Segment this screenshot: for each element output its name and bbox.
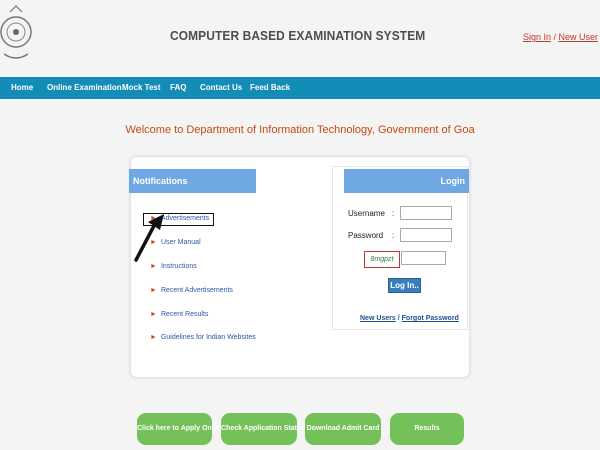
notifications-header: Notifications: [129, 169, 256, 193]
password-label: Password: [348, 231, 384, 240]
captcha-input[interactable]: [401, 251, 446, 265]
download-admit-card-button[interactable]: Download Admit Card: [305, 413, 381, 445]
site-title: COMPUTER BASED EXAMINATION SYSTEM: [170, 28, 426, 43]
nav-online-examination[interactable]: Online Examination: [47, 77, 122, 99]
notification-recent-results[interactable]: ► Recent Results: [150, 311, 208, 318]
header: COMPUTER BASED EXAMINATION SYSTEM Sign I…: [0, 0, 600, 77]
nav-feed-back[interactable]: Feed Back: [250, 77, 290, 99]
nav-mock-test[interactable]: Mock Test: [122, 77, 161, 99]
login-links: New Users / Forgot Password: [360, 315, 459, 322]
username-colon: :: [392, 209, 395, 218]
new-users-link[interactable]: New Users: [360, 315, 396, 322]
bullet-icon: ►: [150, 263, 157, 270]
notification-recent-advertisements[interactable]: ► Recent Advertisements: [150, 287, 233, 294]
new-user-link[interactable]: New User: [558, 32, 598, 42]
captcha-image: 8mgpzt: [364, 251, 400, 268]
nav-home[interactable]: Home: [11, 77, 33, 99]
forgot-password-link[interactable]: Forgot Password: [402, 315, 459, 322]
nav-contact-us[interactable]: Contact Us: [200, 77, 242, 99]
notification-guidelines[interactable]: ► Guidelines for Indian Websites: [150, 334, 256, 341]
bullet-icon: ►: [150, 311, 157, 318]
username-input[interactable]: [400, 206, 452, 220]
apply-online-button[interactable]: Click here to Apply Online: [137, 413, 224, 445]
welcome-message: Welcome to Department of Information Tec…: [125, 124, 475, 136]
auth-links: Sign In / New User: [523, 32, 598, 42]
main-nav: Home Online Examination Mock Test FAQ Co…: [0, 77, 600, 99]
government-emblem-icon: [0, 5, 32, 59]
username-label: Username: [348, 209, 385, 218]
password-colon: :: [392, 231, 395, 240]
nav-faq[interactable]: FAQ: [170, 77, 186, 99]
login-header: Login: [344, 169, 469, 193]
sign-in-link[interactable]: Sign In: [523, 32, 551, 42]
results-button[interactable]: Results: [390, 413, 464, 445]
notification-instructions[interactable]: ► Instructions: [150, 263, 197, 270]
pointer-arrow-icon: [134, 214, 164, 262]
password-input[interactable]: [400, 228, 452, 242]
bullet-icon: ►: [150, 334, 157, 341]
bullet-icon: ►: [150, 287, 157, 294]
check-status-button[interactable]: Check Application Status: [221, 413, 305, 445]
login-button[interactable]: Log In..: [388, 278, 421, 293]
